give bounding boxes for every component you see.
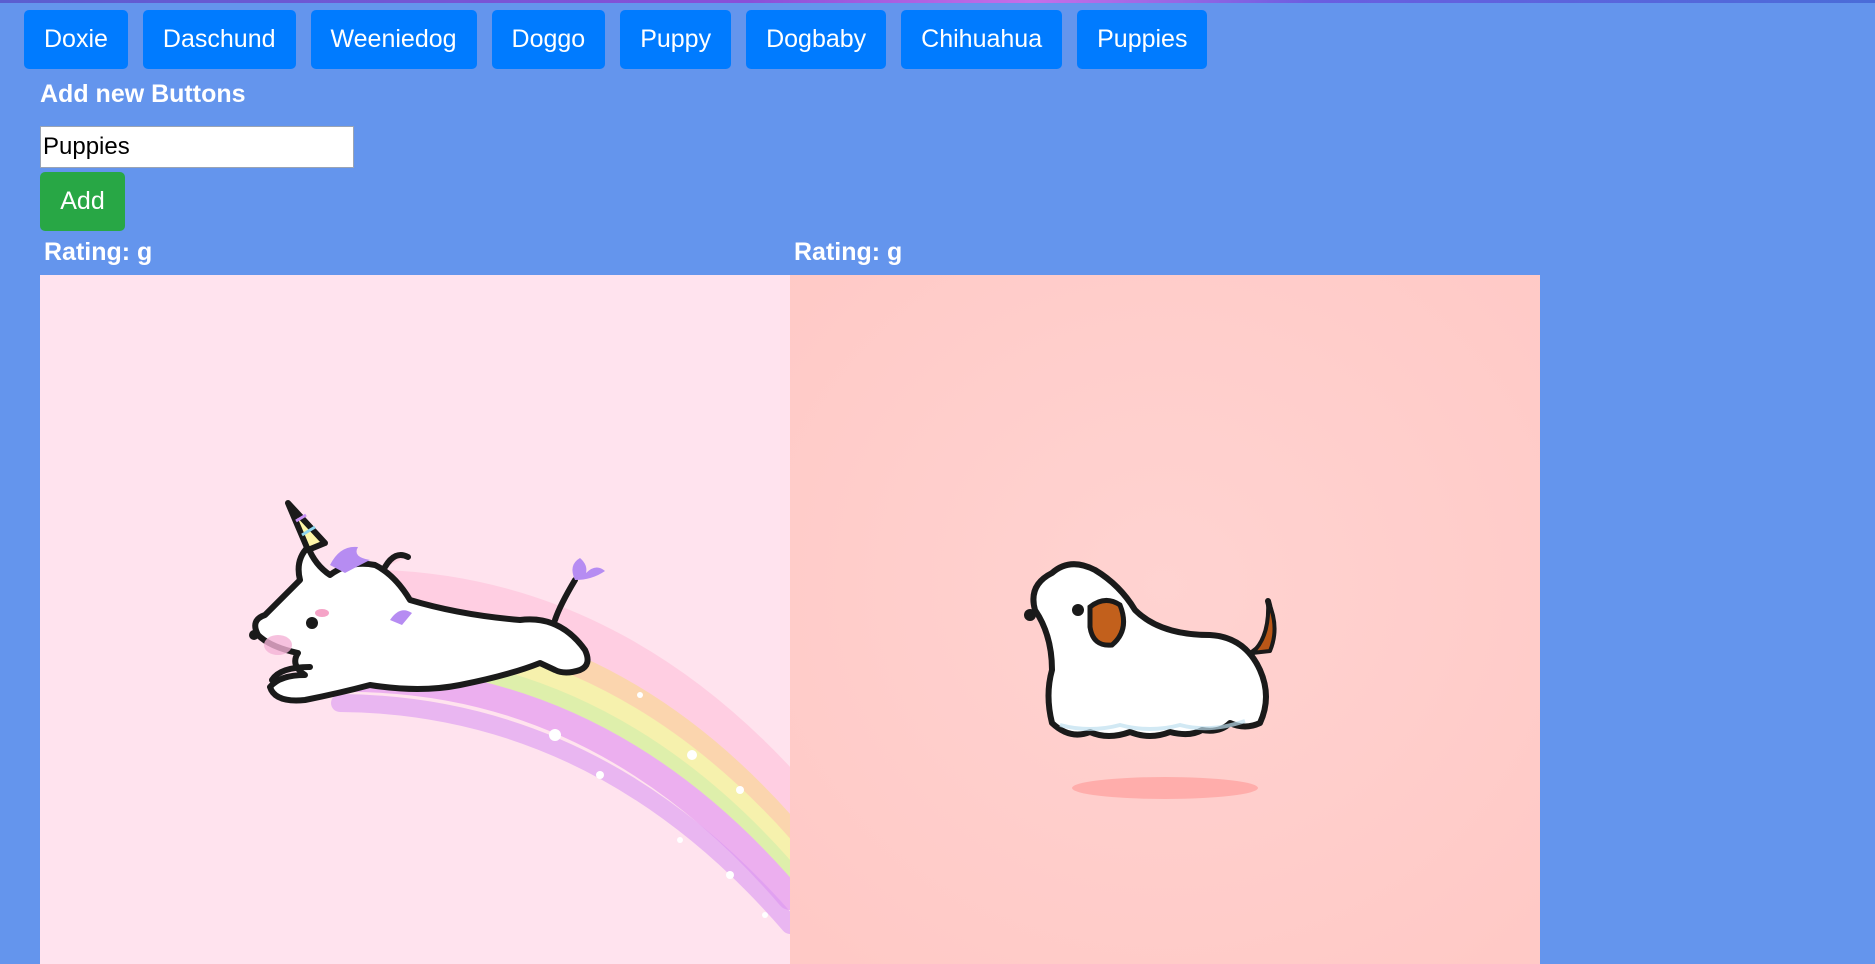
topic-button-bar: Doxie Daschund Weeniedog Doggo Puppy Dog…	[24, 10, 1208, 69]
top-accent-line	[0, 0, 1875, 3]
topic-button-chihuahua[interactable]: Chihuahua	[901, 10, 1063, 69]
gif-card: Rating: g	[40, 236, 790, 964]
add-buttons-heading: Add new Buttons	[40, 80, 246, 108]
topic-button-doxie[interactable]: Doxie	[24, 10, 128, 69]
unicorn-dachshund-gif[interactable]	[40, 275, 790, 964]
gif-rating: Rating: g	[44, 238, 153, 266]
ghost-dog-gif[interactable]	[790, 275, 1540, 964]
topic-button-weeniedog[interactable]: Weeniedog	[310, 10, 477, 69]
topic-button-daschund[interactable]: Daschund	[142, 10, 296, 69]
add-button[interactable]: Add	[40, 172, 125, 231]
gif-rating: Rating: g	[794, 238, 903, 266]
topic-button-doggo[interactable]: Doggo	[491, 10, 606, 69]
topic-button-dogbaby[interactable]: Dogbaby	[746, 10, 887, 69]
new-topic-input[interactable]	[40, 126, 354, 168]
topic-button-puppy[interactable]: Puppy	[620, 10, 732, 69]
topic-button-puppies[interactable]: Puppies	[1077, 10, 1208, 69]
gif-card: Rating: g	[790, 236, 1540, 964]
